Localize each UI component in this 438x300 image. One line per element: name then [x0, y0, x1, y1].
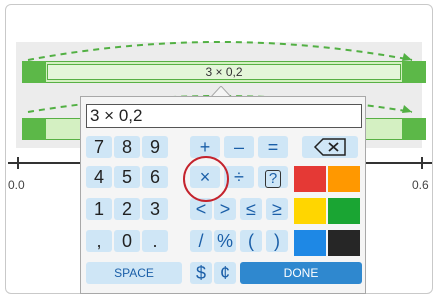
color-swatch-red[interactable]	[294, 166, 326, 192]
highlight-circle	[183, 156, 229, 202]
tick-label-end: 0.6	[412, 178, 429, 192]
key-7[interactable]: 7	[86, 136, 112, 158]
color-swatch-yellow[interactable]	[294, 198, 326, 224]
done-button[interactable]: DONE	[240, 262, 362, 284]
tick-start	[17, 157, 19, 169]
key-question-label: ?	[264, 170, 282, 188]
key-decimal[interactable]: .	[142, 230, 168, 252]
key-3[interactable]: 3	[142, 198, 168, 220]
key-greater-than[interactable]: >	[214, 198, 236, 220]
key-5[interactable]: 5	[114, 166, 140, 188]
expression-input[interactable]: 3 × 0,2	[86, 104, 362, 128]
tick-label-start: 0.0	[8, 178, 25, 192]
top-bar[interactable]: 3 × 0,2	[22, 61, 426, 83]
key-8[interactable]: 8	[114, 136, 140, 158]
dollar-button[interactable]: $	[190, 262, 212, 284]
key-2[interactable]: 2	[114, 198, 140, 220]
backspace-button[interactable]	[302, 136, 358, 158]
key-equals[interactable]: =	[258, 136, 288, 158]
key-4[interactable]: 4	[86, 166, 112, 188]
space-button[interactable]: SPACE	[86, 262, 182, 284]
color-swatch-blue[interactable]	[294, 230, 326, 256]
key-slash[interactable]: /	[190, 230, 212, 252]
cent-button[interactable]: ¢	[214, 262, 236, 284]
color-swatch-orange[interactable]	[328, 166, 360, 192]
color-swatch-green[interactable]	[328, 198, 360, 224]
key-0[interactable]: 0	[114, 230, 140, 252]
key-less-equal[interactable]: ≤	[240, 198, 262, 220]
tick-end	[421, 157, 423, 169]
key-9[interactable]: 9	[142, 136, 168, 158]
backspace-icon	[313, 138, 346, 156]
key-plus[interactable]: +	[190, 136, 220, 158]
bar-left-end	[22, 118, 46, 140]
key-greater-equal[interactable]: ≥	[266, 198, 288, 220]
key-close-paren[interactable]: )	[266, 230, 288, 252]
key-question[interactable]: ?	[258, 166, 288, 188]
bar-right-end	[402, 118, 426, 140]
key-minus[interactable]: –	[224, 136, 254, 158]
key-1[interactable]: 1	[86, 198, 112, 220]
color-swatch-black[interactable]	[328, 230, 360, 256]
key-6[interactable]: 6	[142, 166, 168, 188]
key-comma[interactable]: ,	[86, 230, 112, 252]
key-percent[interactable]: %	[214, 230, 236, 252]
top-bar-label: 3 × 0,2	[205, 65, 243, 79]
key-open-paren[interactable]: (	[240, 230, 262, 252]
